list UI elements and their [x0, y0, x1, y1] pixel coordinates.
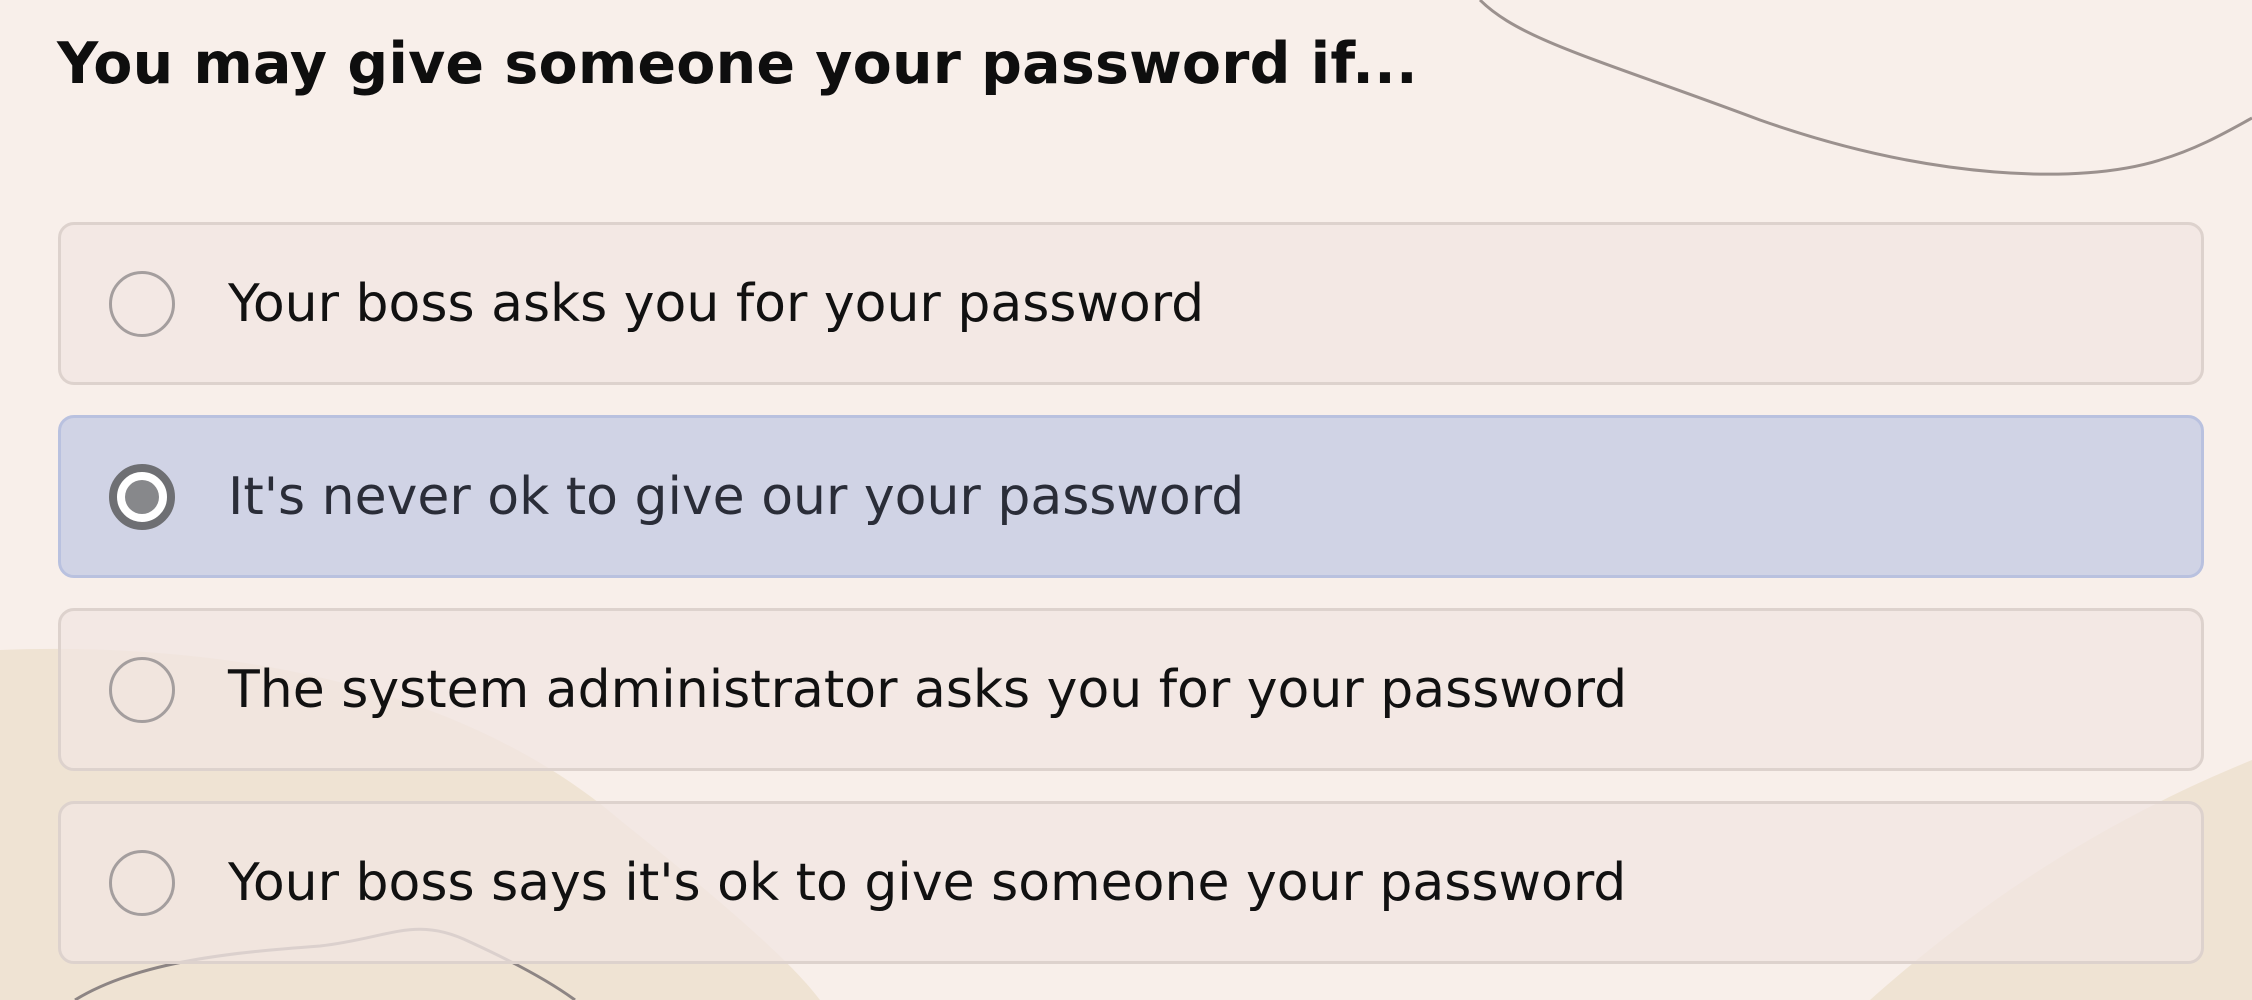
top-right-curve-line — [1478, 0, 2252, 176]
answer-option-boss-says-ok[interactable]: Your boss says it's ok to give someone y… — [58, 801, 2204, 964]
answer-option-label: Your boss says it's ok to give someone y… — [228, 852, 1627, 913]
answer-option-label: It's never ok to give our your password — [228, 466, 1245, 527]
radio-button-unselected-icon[interactable] — [109, 271, 175, 337]
answer-option-never-ok[interactable]: It's never ok to give our your password — [58, 415, 2204, 578]
radio-button-unselected-icon[interactable] — [109, 850, 175, 916]
radio-button-selected-icon[interactable] — [109, 464, 175, 530]
answer-option-boss-asks[interactable]: Your boss asks you for your password — [58, 222, 2204, 385]
answer-option-label: The system administrator asks you for yo… — [228, 659, 1628, 720]
answer-option-label: Your boss asks you for your password — [228, 273, 1205, 334]
question-title: You may give someone your password if... — [57, 31, 1418, 97]
answer-option-system-administrator[interactable]: The system administrator asks you for yo… — [58, 608, 2204, 771]
radio-button-unselected-icon[interactable] — [109, 657, 175, 723]
answer-options: Your boss asks you for your password It'… — [58, 222, 2204, 994]
